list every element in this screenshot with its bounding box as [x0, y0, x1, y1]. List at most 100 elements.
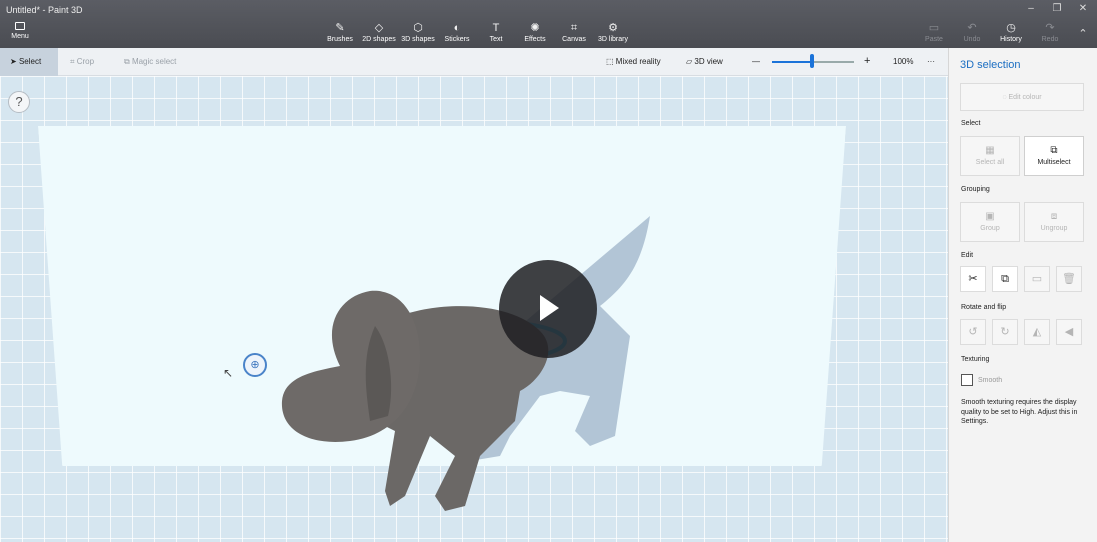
- select-tool-button[interactable]: ➤ Select: [0, 48, 58, 76]
- multiselect-icon: ⧉: [1050, 145, 1058, 156]
- effects-icon: ✺: [530, 22, 540, 34]
- edit-colour-button[interactable]: ◌ Edit colour: [960, 83, 1084, 111]
- redo-button[interactable]: ↷ Redo: [1030, 22, 1070, 43]
- group-label: Group: [980, 225, 1000, 232]
- flip-horizontal-icon[interactable]: ◀: [1056, 319, 1082, 345]
- 2d-shapes-icon: ◇: [374, 22, 384, 34]
- redo-icon: ↷: [1045, 22, 1055, 34]
- texturing-heading: Texturing: [961, 356, 990, 363]
- group-icon: ▣: [985, 211, 995, 222]
- copy-icon[interactable]: ⧉: [992, 266, 1018, 292]
- window-title: Untitled* - Paint 3D: [6, 5, 83, 15]
- multiselect-button[interactable]: ⧉ Multiselect: [1024, 136, 1084, 176]
- more-options-button[interactable]: ···: [927, 57, 935, 66]
- paste-icon: ▭: [928, 22, 940, 34]
- magic-select-button[interactable]: ⧉ Magic select: [124, 57, 176, 67]
- magic-select-icon: ⧉: [124, 57, 132, 66]
- panel-title: 3D selection: [960, 59, 1021, 71]
- ungroup-icon: ⧈: [1050, 211, 1058, 222]
- mixed-reality-icon: ⬚: [606, 57, 616, 66]
- crop-icon: ⌗: [70, 57, 77, 66]
- tool-brushes[interactable]: ✎ Brushes: [320, 22, 360, 43]
- select-all-icon: ▦: [985, 145, 995, 156]
- zoom-level: 100%: [893, 57, 914, 66]
- place-object-icon[interactable]: ⊕: [243, 353, 267, 377]
- sticker-icon: ◐: [453, 22, 461, 34]
- ungroup-button[interactable]: ⧈ Ungroup: [1024, 202, 1084, 242]
- grouping-heading: Grouping: [961, 186, 990, 193]
- select-all-button[interactable]: ▦ Select all: [960, 136, 1020, 176]
- zoom-slider-thumb[interactable]: [810, 54, 814, 68]
- tool-label: Brushes: [327, 36, 353, 43]
- 3d-shapes-icon: ⬡: [413, 22, 423, 34]
- undo-icon: ↶: [967, 22, 977, 34]
- rotate-left-icon[interactable]: ↺: [960, 319, 986, 345]
- rotate-right-icon[interactable]: ↻: [992, 319, 1018, 345]
- select-heading: Select: [961, 120, 981, 127]
- tool-canvas[interactable]: ⌗ Canvas: [554, 22, 594, 43]
- dog-3d-model[interactable]: [270, 206, 670, 526]
- selection-toolbar: ➤ Select ⌗ Crop ⧉ Magic select ⬚ Mixed r…: [0, 48, 948, 76]
- crop-button[interactable]: ⌗ Crop: [70, 57, 94, 67]
- text-icon: T: [492, 22, 500, 34]
- edit-heading: Edit: [961, 252, 974, 259]
- group-button[interactable]: ▣ Group: [960, 202, 1020, 242]
- tool-label: Text: [489, 36, 503, 43]
- folder-icon: [15, 22, 25, 30]
- zoom-in-button[interactable]: +: [864, 55, 870, 67]
- tool-text[interactable]: T Text: [476, 22, 516, 43]
- magic-select-label: Magic select: [131, 57, 177, 66]
- tool-label: 2D shapes: [362, 36, 396, 43]
- undo-button[interactable]: ↶ Undo: [952, 22, 992, 43]
- select-all-label: Select all: [975, 159, 1005, 166]
- 3d-view-toggle[interactable]: ▱ 3D view: [686, 57, 723, 66]
- 3d-view-label: 3D view: [694, 57, 723, 66]
- menu-button[interactable]: Menu: [8, 22, 32, 40]
- paste-button[interactable]: ▭ Paste: [914, 22, 954, 43]
- brush-icon: ✎: [335, 22, 345, 34]
- collapse-ribbon-icon[interactable]: ⌃: [1076, 27, 1090, 40]
- tool-label: 3D library: [598, 36, 628, 43]
- minimize-button[interactable]: –: [1024, 3, 1038, 14]
- maximize-button[interactable]: ❐: [1050, 3, 1064, 14]
- smooth-label: Smooth: [978, 377, 1003, 384]
- tool-3d-library[interactable]: ⚙ 3D library: [593, 22, 633, 43]
- tool-2d-shapes[interactable]: ◇ 2D shapes: [359, 22, 399, 43]
- crop-label: Crop: [76, 57, 95, 66]
- cut-icon[interactable]: ✂: [960, 266, 986, 292]
- 3d-selection-panel: 3D selection ◌ Edit colour Select ▦ Selec…: [948, 48, 1097, 542]
- select-label: Select: [18, 57, 42, 66]
- history-icon: ◷: [1006, 22, 1016, 34]
- canvas-area[interactable]: ? ⊕ ↖: [0, 76, 948, 542]
- history-button[interactable]: ◷ History: [991, 22, 1031, 43]
- smooth-checkbox[interactable]: [961, 374, 973, 386]
- paste-icon[interactable]: ▭: [1024, 266, 1050, 292]
- rotate-flip-heading: Rotate and flip: [961, 304, 1007, 311]
- tool-label: Canvas: [562, 36, 586, 43]
- mouse-pointer-icon: ↖: [223, 366, 234, 380]
- play-button[interactable]: [499, 260, 597, 358]
- tool-label: Stickers: [444, 36, 470, 43]
- multiselect-label: Multiselect: [1037, 159, 1071, 166]
- cursor-icon: ➤: [10, 57, 19, 66]
- edit-colour-label: Edit colour: [1008, 94, 1042, 101]
- 3d-library-icon: ⚙: [608, 22, 618, 34]
- tool-label: History: [1000, 36, 1022, 43]
- tool-label: Paste: [925, 36, 943, 43]
- help-button[interactable]: ?: [8, 91, 30, 113]
- close-button[interactable]: ✕: [1076, 3, 1090, 14]
- delete-icon[interactable]: 🗑: [1056, 266, 1082, 292]
- tool-effects[interactable]: ✺ Effects: [515, 22, 555, 43]
- tool-label: Effects: [524, 36, 546, 43]
- mixed-reality-button[interactable]: ⬚ Mixed reality: [606, 57, 661, 66]
- tool-stickers[interactable]: ◐ Stickers: [437, 22, 477, 43]
- canvas-icon: ⌗: [570, 22, 578, 34]
- menu-label: Menu: [11, 33, 29, 40]
- tool-label: Redo: [1041, 36, 1059, 43]
- smooth-texturing-note: Smooth texturing requires the display qu…: [961, 399, 1078, 425]
- ungroup-label: Ungroup: [1040, 225, 1068, 232]
- tool-3d-shapes[interactable]: ⬡ 3D shapes: [398, 22, 438, 43]
- ribbon: Untitled* - Paint 3D – ❐ ✕ Menu ✎ Brushes…: [0, 0, 1097, 48]
- zoom-out-button[interactable]: —: [752, 57, 760, 66]
- flip-vertical-icon[interactable]: ◭: [1024, 319, 1050, 345]
